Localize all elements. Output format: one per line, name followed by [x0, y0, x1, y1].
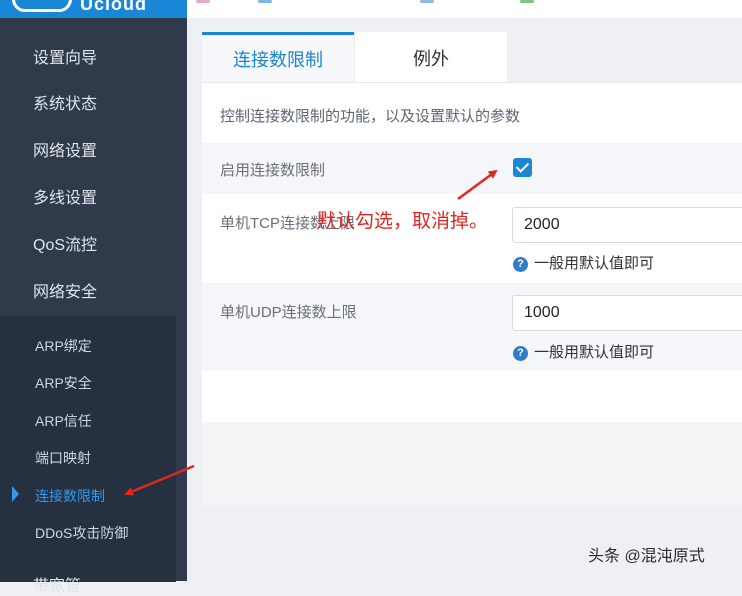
brand-logo[interactable]: Ucloud	[0, 0, 187, 18]
settings-panel: 控制连接数限制的功能，以及设置默认的参数 启用连接数限制 单机TCP连接数上限 …	[202, 82, 742, 423]
top-bar: Ucloud	[0, 0, 742, 18]
nav-icon-3[interactable]	[420, 0, 434, 3]
help-icon: ?	[513, 257, 528, 273]
watermark: 头条 @混沌原式	[588, 548, 705, 565]
panel-footer-area	[202, 422, 742, 507]
nav-icon-1[interactable]	[196, 0, 210, 3]
submenu-item-arp-binding[interactable]: ARP绑定	[0, 328, 176, 364]
tcp-hint: ? 一般用默认值即可	[513, 252, 654, 273]
sidebar-item-system-status[interactable]: 系统状态	[0, 82, 187, 128]
annotation-text: 默认勾选，取消掉。	[317, 211, 489, 232]
brand-name: Ucloud	[80, 0, 147, 14]
security-submenu: ARP绑定 ARP安全 ARP信任 端口映射 连接数限制 DDoS攻击防御	[0, 316, 176, 582]
tcp-limit-input[interactable]: 2000	[512, 207, 742, 243]
tab-exceptions[interactable]: 例外	[354, 32, 507, 82]
sidebar-item-network-settings[interactable]: 网络设置	[0, 129, 187, 175]
udp-label: 单机UDP连接数上限	[220, 304, 357, 321]
enable-row: 启用连接数限制	[202, 143, 742, 194]
enable-checkbox[interactable]	[513, 158, 532, 177]
submenu-item-arp-security[interactable]: ARP安全	[0, 365, 176, 401]
submenu-item-connection-limit[interactable]: 连接数限制	[0, 478, 176, 514]
tcp-hint-text: 一般用默认值即可	[534, 255, 655, 272]
sidebar-item-setup-wizard[interactable]: 设置向导	[0, 36, 187, 82]
udp-hint-text: 一般用默认值即可	[534, 344, 655, 361]
udp-limit-input[interactable]: 1000	[512, 295, 742, 331]
tab-connection-limit[interactable]: 连接数限制	[202, 32, 354, 82]
sidebar: 设置向导 系统状态 网络设置 多线设置 QoS流控 网络安全 ARP绑定 ARP…	[0, 18, 187, 582]
nav-icon-4[interactable]	[520, 0, 534, 3]
logo-mark-icon	[12, 0, 72, 12]
nav-icon-2[interactable]	[258, 0, 272, 3]
sidebar-item-multiline[interactable]: 多线设置	[0, 176, 187, 222]
udp-row: 单机UDP连接数上限 1000 ? 一般用默认值即可	[202, 283, 742, 371]
enable-label: 启用连接数限制	[220, 162, 326, 179]
submenu-item-port-mapping[interactable]: 端口映射	[0, 440, 176, 476]
help-icon: ?	[513, 346, 528, 362]
sidebar-item-network-security[interactable]: 网络安全	[0, 270, 187, 316]
udp-hint: ? 一般用默认值即可	[513, 341, 654, 362]
sidebar-item-bandwidth-partial[interactable]: 带宽管	[33, 572, 81, 596]
sidebar-item-qos[interactable]: QoS流控	[0, 223, 187, 269]
submenu-item-arp-trust[interactable]: ARP信任	[0, 403, 176, 439]
submenu-item-ddos-defense[interactable]: DDoS攻击防御	[0, 515, 176, 551]
panel-description: 控制连接数限制的功能，以及设置默认的参数	[220, 108, 521, 125]
